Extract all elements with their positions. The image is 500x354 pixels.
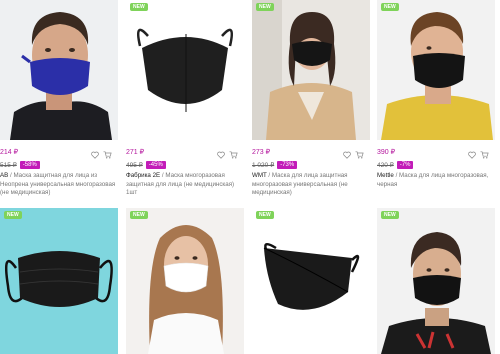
new-badge: NEW	[130, 211, 148, 219]
old-price: 495 ₽	[126, 161, 143, 169]
product-title[interactable]: WMT / Маска для лица защитная многоразов…	[252, 172, 370, 198]
product-brand: Mettle	[377, 172, 394, 179]
cart-icon[interactable]	[480, 151, 489, 159]
cart-icon[interactable]	[355, 151, 364, 159]
product-grid: 214 ₽ 515 ₽ -58% AB / Маска защитная для…	[0, 0, 500, 354]
product-image[interactable]	[0, 208, 118, 354]
product-image[interactable]	[252, 0, 370, 140]
product-title[interactable]: Mettle / Маска для лица многоразовая, че…	[377, 172, 495, 189]
product-image[interactable]	[126, 0, 244, 140]
new-badge: NEW	[4, 211, 22, 219]
product-image[interactable]	[0, 0, 118, 140]
new-badge: NEW	[381, 211, 399, 219]
product-image[interactable]	[126, 208, 244, 354]
new-badge: NEW	[256, 3, 274, 11]
new-badge: NEW	[130, 3, 148, 11]
discount-badge: -7%	[396, 160, 414, 169]
product-title[interactable]: Фабрика 2Е / Маска многоразовая защитная…	[126, 172, 244, 198]
product-image[interactable]	[377, 0, 495, 140]
old-price: 1 020 ₽	[252, 161, 275, 169]
old-price: 420 ₽	[377, 161, 394, 169]
product-description: Маска защитная для лица из Неопрена унив…	[0, 172, 116, 196]
product-brand: AB	[0, 172, 9, 179]
discount-badge: -58%	[19, 160, 40, 169]
discount-badge: -45%	[145, 160, 166, 169]
heart-icon[interactable]	[343, 151, 351, 159]
product-title[interactable]: AB / Маска защитная для лица из Неопрена…	[0, 172, 118, 198]
cart-icon[interactable]	[103, 151, 112, 159]
new-badge: NEW	[381, 3, 399, 11]
product-brand: Фабрика 2Е	[126, 172, 161, 179]
product-description: Маска для лица многоразовая, черная	[377, 172, 489, 188]
new-badge: NEW	[256, 211, 274, 219]
heart-icon[interactable]	[217, 151, 225, 159]
old-price: 515 ₽	[0, 161, 17, 169]
discount-badge: -73%	[277, 160, 298, 169]
product-description: Маска для лица защитная многоразовая уни…	[252, 172, 348, 196]
product-image[interactable]	[377, 208, 495, 354]
product-brand: WMT	[252, 172, 267, 179]
heart-icon[interactable]	[468, 151, 476, 159]
cart-icon[interactable]	[229, 151, 238, 159]
product-image[interactable]	[252, 208, 370, 354]
heart-icon[interactable]	[91, 151, 99, 159]
